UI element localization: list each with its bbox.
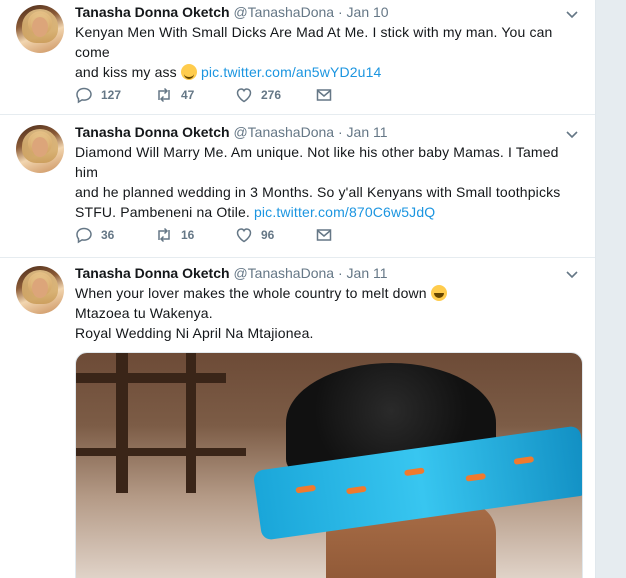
background-beam xyxy=(116,353,128,493)
reply-icon xyxy=(76,227,92,244)
chevron-down-icon[interactable] xyxy=(565,8,579,22)
background-beam xyxy=(186,353,196,493)
chevron-down-icon[interactable] xyxy=(565,268,579,282)
reply-button[interactable]: 36 xyxy=(75,225,114,245)
tweet-actions: 127 47 276 xyxy=(75,85,375,105)
reply-icon xyxy=(76,87,92,104)
tweet-line: Diamond Will Marry Me. Am unique. Not li… xyxy=(75,144,559,180)
avatar[interactable] xyxy=(16,5,64,53)
chevron-down-icon[interactable] xyxy=(565,128,579,142)
retweet-button[interactable]: 16 xyxy=(155,225,194,245)
tweet-line: and he planned wedding in 3 Months. So y… xyxy=(75,184,561,200)
tweet-header: Tanasha Donna Oketch @TanashaDona · Jan … xyxy=(75,265,388,281)
retweet-count: 47 xyxy=(181,88,195,102)
tears-of-joy-emoji-icon xyxy=(430,285,447,301)
blush-emoji-icon xyxy=(180,64,197,80)
separator: · xyxy=(337,4,343,20)
tweet-date[interactable]: Jan 11 xyxy=(347,124,388,140)
tweet-header: Tanasha Donna Oketch @TanashaDona · Jan … xyxy=(75,124,388,140)
user-handle[interactable]: @TanashaDona xyxy=(233,265,334,281)
like-button[interactable]: 276 xyxy=(235,85,281,105)
tweet-line: Mtazoea tu Wakenya. xyxy=(75,305,213,321)
tweet-date[interactable]: Jan 10 xyxy=(347,4,389,20)
direct-message-button[interactable] xyxy=(315,85,333,105)
user-handle[interactable]: @TanashaDona xyxy=(233,124,334,140)
media-link[interactable]: pic.twitter.com/870C6w5JdQ xyxy=(254,204,435,220)
retweet-button[interactable]: 47 xyxy=(155,85,194,105)
direct-message-button[interactable] xyxy=(315,225,333,245)
tweet-line-text: STFU. Pambeneni na Otile. xyxy=(75,204,254,220)
retweet-icon xyxy=(158,87,170,103)
reply-count: 36 xyxy=(101,228,115,242)
tweet-actions: 36 16 96 xyxy=(75,225,375,245)
like-count: 96 xyxy=(261,228,275,242)
tweet-line: Royal Wedding Ni April Na Mtajionea. xyxy=(75,325,314,341)
tweet-text: When your lover makes the whole country … xyxy=(75,283,585,343)
heart-icon xyxy=(236,228,252,243)
tweet-line: STFU. Pambeneni na Otile. pic.twitter.co… xyxy=(75,202,585,222)
tweet-line: and kiss my ass pic.twitter.com/an5wYD2u… xyxy=(75,62,585,82)
separator: · xyxy=(337,265,343,281)
tweet-text: Diamond Will Marry Me. Am unique. Not li… xyxy=(75,142,585,222)
user-name[interactable]: Tanasha Donna Oketch xyxy=(75,124,230,140)
reply-count: 127 xyxy=(101,88,122,102)
tweet-text: Kenyan Men With Small Dicks Are Mad At M… xyxy=(75,22,585,82)
reply-button[interactable]: 127 xyxy=(75,85,121,105)
envelope-icon xyxy=(316,229,332,241)
separator: · xyxy=(337,124,343,140)
tweet-line: Kenyan Men With Small Dicks Are Mad At M… xyxy=(75,24,553,60)
envelope-icon xyxy=(316,89,332,101)
heart-icon xyxy=(236,88,252,103)
tweet-line-text: and kiss my ass xyxy=(75,64,181,80)
avatar[interactable] xyxy=(16,125,64,173)
user-name[interactable]: Tanasha Donna Oketch xyxy=(75,4,230,20)
user-name[interactable]: Tanasha Donna Oketch xyxy=(75,265,230,281)
background-beam xyxy=(76,373,226,383)
tweet[interactable]: Tanasha Donna Oketch @TanashaDona · Jan … xyxy=(0,0,595,115)
like-button[interactable]: 96 xyxy=(235,225,274,245)
background-beam xyxy=(76,448,246,456)
timeline: Tanasha Donna Oketch @TanashaDona · Jan … xyxy=(0,0,596,578)
retweet-icon xyxy=(158,227,170,243)
tweet-photo[interactable] xyxy=(75,352,583,578)
tweet-line-text: When your lover makes the whole country … xyxy=(75,285,431,301)
retweet-count: 16 xyxy=(181,228,195,242)
tweet-line: When your lover makes the whole country … xyxy=(75,283,585,303)
like-count: 276 xyxy=(261,88,282,102)
user-handle[interactable]: @TanashaDona xyxy=(233,4,334,20)
tweet[interactable]: Tanasha Donna Oketch @TanashaDona · Jan … xyxy=(0,115,595,258)
tweet-header: Tanasha Donna Oketch @TanashaDona · Jan … xyxy=(75,4,389,20)
media-link[interactable]: pic.twitter.com/an5wYD2u14 xyxy=(201,64,382,80)
avatar[interactable] xyxy=(16,266,64,314)
tweet-date[interactable]: Jan 11 xyxy=(347,265,388,281)
